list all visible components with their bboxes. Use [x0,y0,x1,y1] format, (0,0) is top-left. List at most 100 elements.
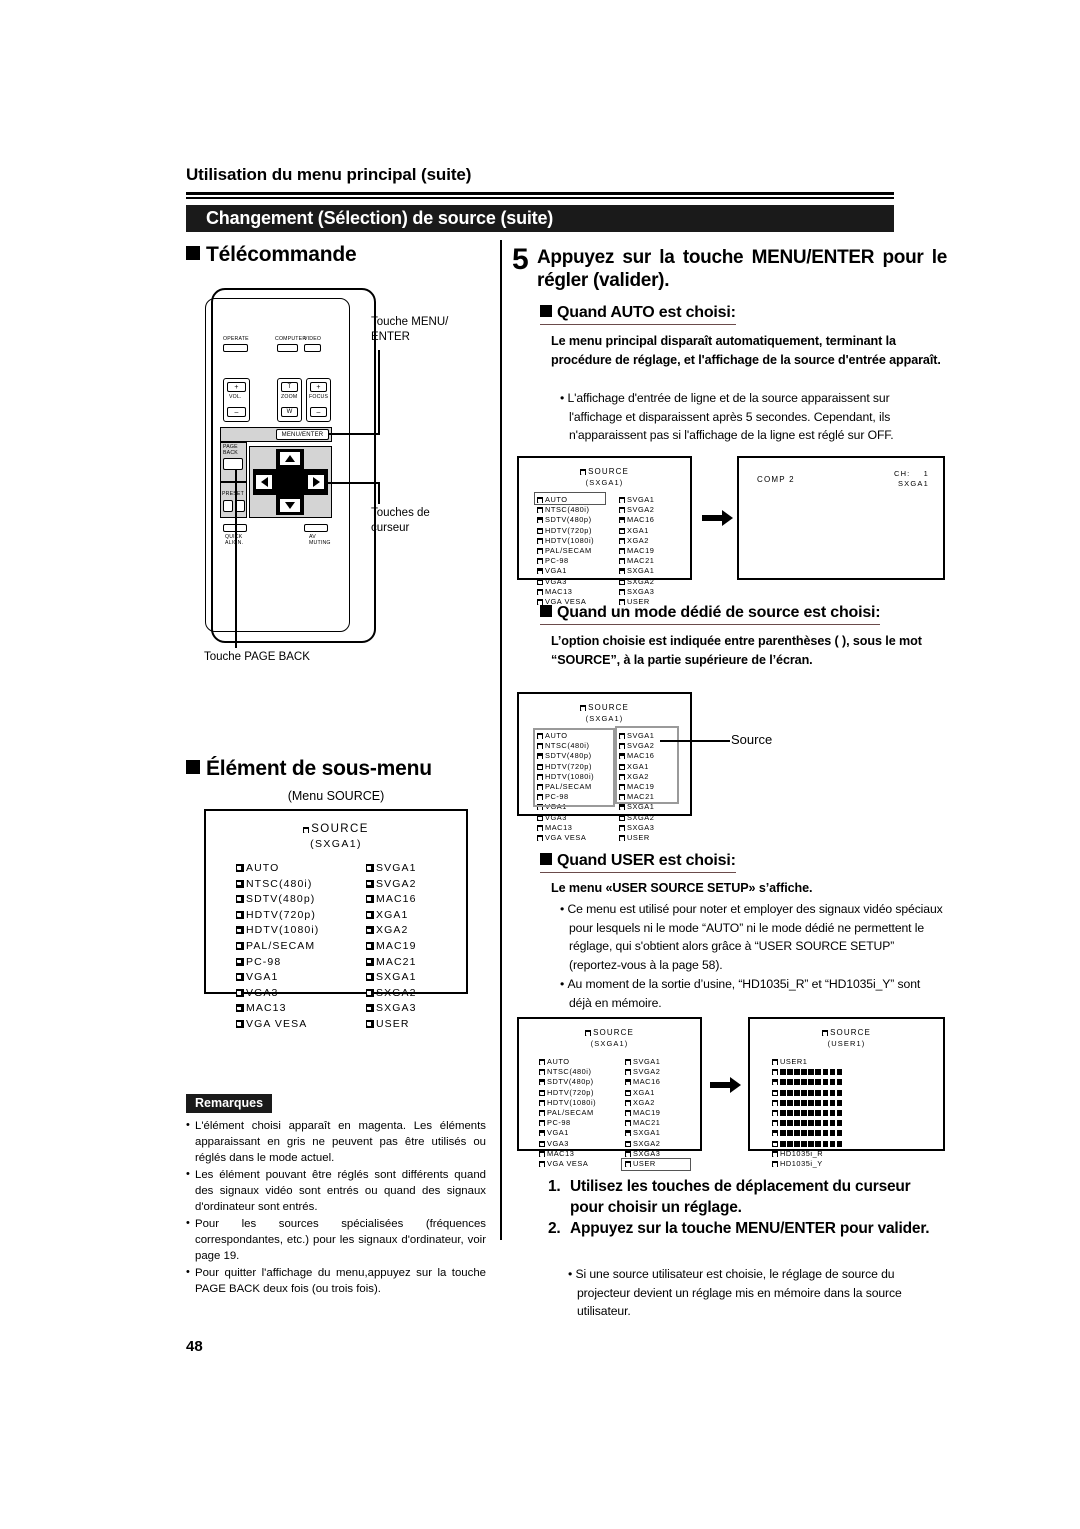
osd-menu-item[interactable]: XGA1 [619,526,654,536]
osd-menu-item[interactable]: SVGA1 [625,1057,660,1067]
remote-button-menu-enter[interactable]: MENU/ENTER [276,429,329,440]
osd-menu-item-masked[interactable] [772,1077,844,1087]
osd-menu-item[interactable]: MAC19 [366,939,417,955]
osd-menu-item[interactable]: SDTV(480p) [537,515,594,525]
osd-menu-item[interactable]: MAC21 [625,1118,660,1128]
osd-menu-item-masked[interactable] [772,1088,844,1098]
osd-menu-item[interactable]: MAC13 [539,1149,596,1159]
osd-menu-item[interactable]: XGA1 [625,1088,660,1098]
osd-menu-item[interactable]: HDTV(1080i) [236,923,319,939]
osd-menu-item[interactable]: MAC21 [366,955,417,971]
osd-menu-item-masked[interactable] [772,1128,844,1138]
osd-masked-block [780,1130,786,1137]
osd-menu-item[interactable]: PC-98 [539,1118,596,1128]
osd-menu-item[interactable]: NTSC(480i) [539,1067,596,1077]
osd-menu-item[interactable]: VGA VESA [539,1159,596,1169]
osd-menu-item[interactable]: PAL/SECAM [537,546,594,556]
osd-menu-item-masked[interactable] [772,1098,844,1108]
osd-menu-item[interactable]: HDTV(720p) [539,1088,596,1098]
osd-menu-item[interactable]: AUTO [236,861,319,877]
osd-menu-item[interactable]: HDTV(1080i) [537,536,594,546]
remote-button-focus-minus[interactable]: – [310,407,327,417]
osd-menu-item[interactable]: PC-98 [236,955,319,971]
osd-menu-item[interactable]: SXGA1 [366,970,417,986]
remote-button-preset-left[interactable] [223,500,233,512]
osd-menu-item[interactable]: HDTV(1080i) [539,1098,596,1108]
osd-menu-item[interactable]: NTSC(480i) [537,505,594,515]
remote-button-operate[interactable] [223,344,248,352]
remote-button-computer[interactable] [277,344,298,352]
osd-menu-item[interactable]: MAC21 [619,556,654,566]
osd-menu-item[interactable]: XGA2 [625,1098,660,1108]
osd-menu-item[interactable]: XGA1 [366,908,417,924]
osd-menu-item[interactable]: SXGA3 [619,587,654,597]
osd-menu-item[interactable]: SXGA2 [619,577,654,587]
osd-menu-item[interactable]: VGA1 [539,1128,596,1138]
osd-menu-item[interactable]: SVGA1 [366,861,417,877]
osd-menu-item[interactable]: SXGA3 [619,823,654,833]
osd-menu-item[interactable]: MAC13 [537,587,594,597]
cursor-down-button[interactable] [279,498,301,513]
osd-item-marker-icon [772,1069,778,1076]
osd-menu-item[interactable]: SXGA3 [366,1001,417,1017]
osd-menu-item[interactable]: SVGA2 [619,505,654,515]
osd-menu-item[interactable]: MAC13 [236,1001,319,1017]
osd-menu-item[interactable]: MAC16 [619,515,654,525]
cursor-right-button[interactable] [307,474,325,490]
remote-button-av-muting[interactable] [304,524,328,532]
osd-menu-item[interactable]: USER [366,1017,417,1033]
osd-menu-item[interactable]: XGA2 [366,923,417,939]
osd-menu-item[interactable]: AUTO [539,1057,596,1067]
osd-menu-item[interactable]: SDTV(480p) [539,1077,596,1087]
osd-menu-item[interactable]: HD1035i_R [772,1149,844,1159]
remote-button-focus-plus[interactable]: + [310,382,327,392]
osd-menu-item[interactable]: MAC16 [366,892,417,908]
osd-menu-item[interactable]: SVGA1 [619,495,654,505]
osd-menu-item[interactable]: XGA2 [619,536,654,546]
osd-menu-item[interactable]: HDTV(720p) [537,526,594,536]
osd-menu-item[interactable]: VGA1 [236,970,319,986]
osd-menu-item-masked[interactable] [772,1139,844,1149]
osd-menu-item[interactable]: MAC13 [537,823,594,833]
remote-button-page-back[interactable] [223,458,243,470]
osd-menu-item[interactable]: MAC19 [625,1108,660,1118]
osd-menu-item[interactable]: SXGA1 [625,1128,660,1138]
osd-menu-item[interactable]: VGA VESA [236,1017,319,1033]
osd-menu-item[interactable]: MAC19 [619,546,654,556]
osd-menu-item[interactable]: PC-98 [537,556,594,566]
osd-menu-item[interactable]: USER [619,833,654,843]
osd-menu-item[interactable]: VGA VESA [537,833,594,843]
osd-menu-item[interactable]: SXGA2 [625,1139,660,1149]
osd-menu-item[interactable]: SXGA2 [366,986,417,1002]
bullet-square-icon [186,246,200,260]
osd-menu-item-masked[interactable] [772,1118,844,1128]
remote-button-vol-plus[interactable]: + [227,382,246,392]
osd-menu-item[interactable]: PAL/SECAM [236,939,319,955]
osd-menu-item[interactable]: VGA3 [537,577,594,587]
osd-menu-item-masked[interactable] [772,1067,844,1077]
remote-button-vol-minus[interactable]: – [227,407,246,417]
osd-menu-item[interactable]: VGA3 [539,1139,596,1149]
osd-menu-item[interactable]: SVGA2 [366,877,417,893]
osd-menu-item[interactable]: VGA3 [537,813,594,823]
osd-menu-item[interactable]: MAC16 [625,1077,660,1087]
osd-menu-item[interactable]: HD1035i_Y [772,1159,844,1169]
osd-menu-item-masked[interactable] [772,1108,844,1118]
cursor-left-button[interactable] [255,474,273,490]
remote-button-zoom-w[interactable]: W [281,407,298,417]
osd-menu-item[interactable]: SXGA2 [619,813,654,823]
osd-menu-item[interactable]: VGA1 [537,566,594,576]
osd-menu-item[interactable]: PAL/SECAM [539,1108,596,1118]
cursor-up-button[interactable] [279,451,301,466]
osd-menu-item[interactable]: SDTV(480p) [236,892,319,908]
osd-menu-item[interactable]: SVGA2 [625,1067,660,1077]
remote-button-zoom-t[interactable]: T [281,382,298,392]
remote-button-video[interactable] [304,344,321,352]
osd-item-marker-icon [619,527,625,534]
remote-button-preset-right[interactable] [235,500,245,512]
osd-menu-item[interactable]: VGA3 [236,986,319,1002]
osd-menu-item[interactable]: NTSC(480i) [236,877,319,893]
osd-menu-item[interactable]: USER1 [772,1057,844,1067]
osd-menu-item[interactable]: SXGA1 [619,566,654,576]
osd-menu-item[interactable]: HDTV(720p) [236,908,319,924]
